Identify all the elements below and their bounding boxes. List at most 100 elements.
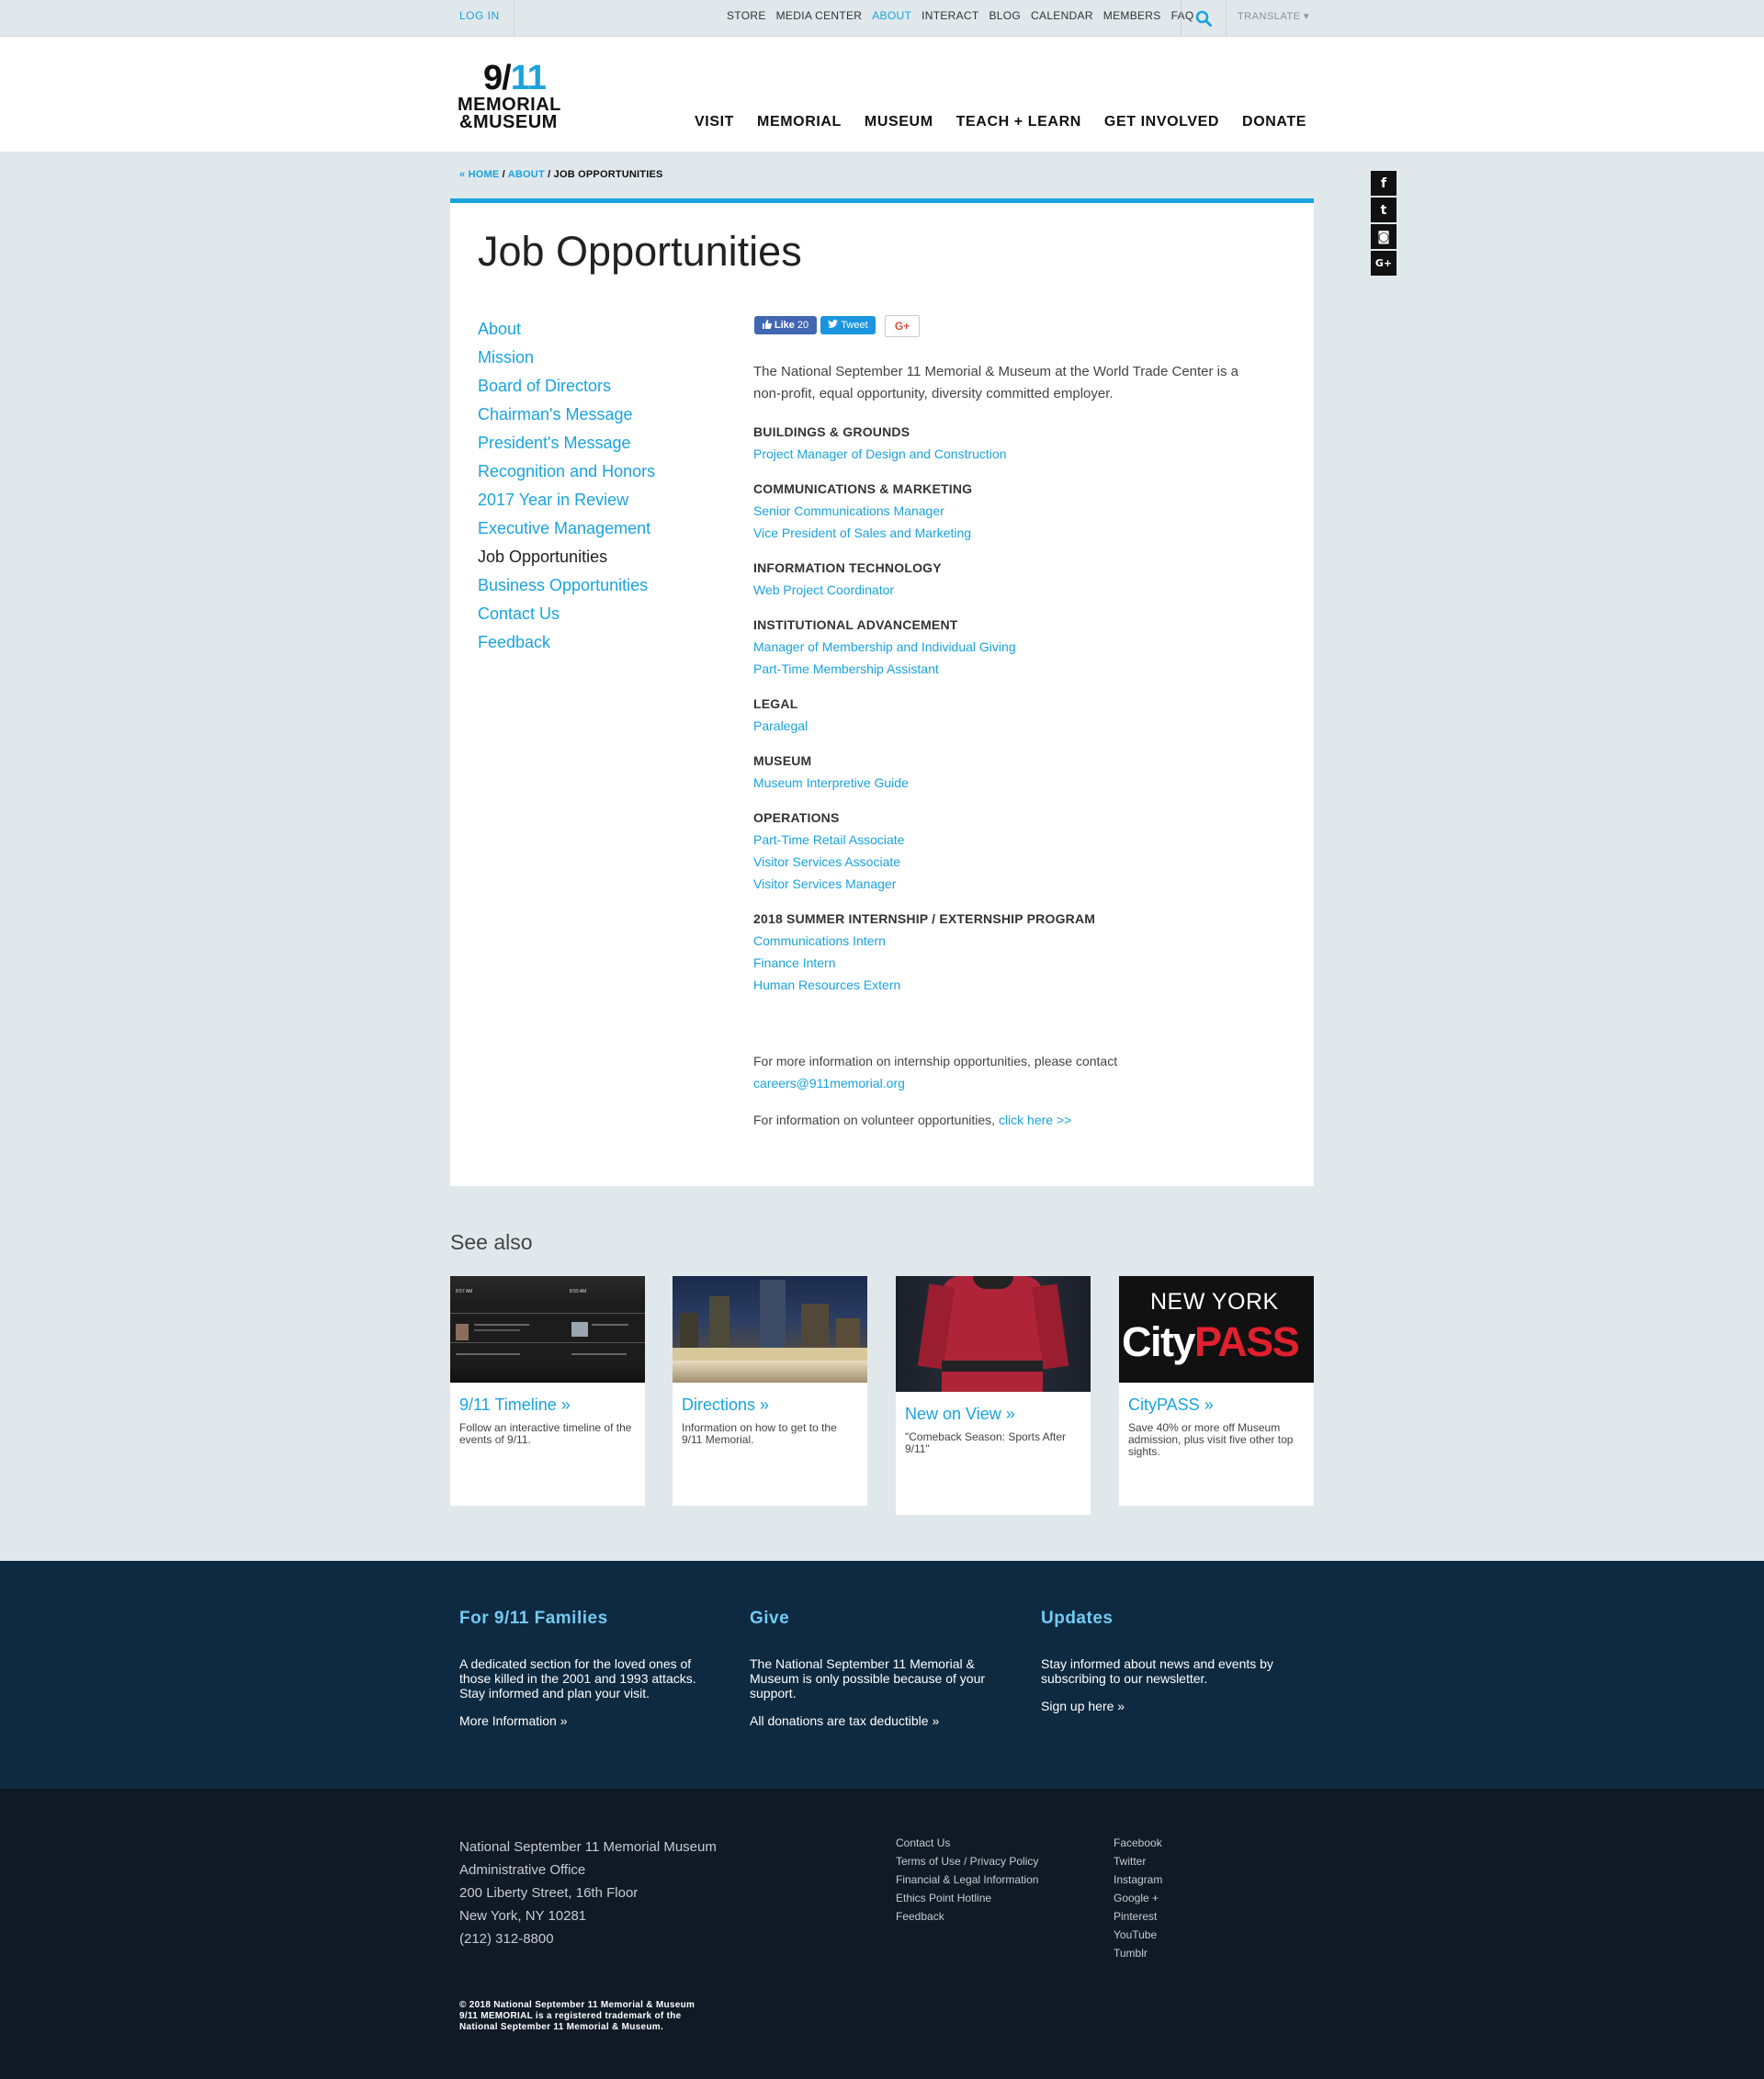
site-logo[interactable]: 9/11 MEMORIAL &MUSEUM: [458, 61, 568, 134]
job-link[interactable]: Vice President of Sales and Marketing: [753, 522, 1268, 544]
card-title[interactable]: CityPASS »: [1128, 1395, 1305, 1415]
main-nav-museum[interactable]: MUSEUM: [865, 114, 933, 130]
main-nav-memorial[interactable]: MEMORIAL: [757, 114, 842, 130]
donations-link[interactable]: All donations are tax deductible »: [750, 1713, 998, 1728]
utility-nav-members[interactable]: MEMBERS: [1103, 9, 1161, 22]
citypass-logo: NEW YORK CityPASS: [1119, 1276, 1314, 1383]
section-nav-item[interactable]: Feedback: [478, 628, 655, 657]
utility-nav-calendar[interactable]: CALENDAR: [1031, 9, 1093, 22]
social-link-google[interactable]: Google +: [1114, 1889, 1162, 1907]
footer-link[interactable]: Terms of Use / Privacy Policy: [896, 1852, 1038, 1870]
facebook-like-button[interactable]: Like 20: [754, 316, 817, 334]
section-nav-item[interactable]: Board of Directors: [478, 372, 655, 401]
social-link-youtube[interactable]: YouTube: [1114, 1926, 1162, 1944]
job-link[interactable]: Part-Time Membership Assistant: [753, 658, 1268, 680]
volunteer-link[interactable]: click here >>: [999, 1113, 1071, 1127]
section-nav-item[interactable]: President's Message: [478, 429, 655, 458]
main-nav-visit[interactable]: VISIT: [695, 114, 734, 130]
translate-dropdown[interactable]: TRANSLATE ▾: [1238, 10, 1309, 22]
job-link[interactable]: Project Manager of Design and Constructi…: [753, 443, 1268, 465]
footer-link[interactable]: Financial & Legal Information: [896, 1870, 1038, 1889]
google-plus-icon[interactable]: G+: [1371, 251, 1396, 276]
citypass-logo-new-york: NEW YORK: [1150, 1289, 1279, 1315]
job-link[interactable]: Part-Time Retail Associate: [753, 829, 1268, 851]
social-link-pinterest[interactable]: Pinterest: [1114, 1907, 1162, 1926]
section-nav-item[interactable]: About: [478, 315, 655, 344]
breadcrumb-about[interactable]: ABOUT: [508, 169, 545, 180]
citypass-logo-wordmark: CityPASS: [1122, 1318, 1300, 1365]
utility-nav-media-center[interactable]: MEDIA CENTER: [776, 9, 863, 22]
timeline-thumbnail: 8:57 AM 8:59 AM: [450, 1276, 645, 1383]
section-nav-item[interactable]: Recognition and Honors: [478, 458, 655, 486]
utility-nav-store[interactable]: STORE: [727, 9, 766, 22]
card-title[interactable]: New on View »: [905, 1405, 1081, 1424]
see-also-card-citypass[interactable]: NEW YORK CityPASS CityPASS » Save 40% or…: [1119, 1276, 1314, 1506]
job-link[interactable]: Visitor Services Associate: [753, 851, 1268, 873]
footer-link[interactable]: Ethics Point Hotline: [896, 1889, 1038, 1907]
utility-nav-interact[interactable]: INTERACT: [922, 9, 978, 22]
section-nav-item[interactable]: Job Opportunities: [478, 543, 655, 571]
see-also-card-timeline[interactable]: 8:57 AM 8:59 AM 9/11 Timeline » Follow a…: [450, 1276, 645, 1506]
main-nav-teach-learn[interactable]: TEACH + LEARN: [956, 114, 1081, 130]
google-plus-button[interactable]: G+: [885, 315, 920, 337]
department-group: BUILDINGS & GROUNDS Project Manager of De…: [753, 421, 1268, 465]
twitter-icon[interactable]: t: [1371, 198, 1396, 222]
share-buttons: Like 20 Tweet G+: [754, 315, 920, 337]
social-link-twitter[interactable]: Twitter: [1114, 1852, 1162, 1870]
careers-email-link[interactable]: careers@911memorial.org: [753, 1076, 905, 1090]
social-link-tumblr[interactable]: Tumblr: [1114, 1944, 1162, 1962]
social-link-instagram[interactable]: Instagram: [1114, 1870, 1162, 1889]
card-description: Follow an interactive timeline of the ev…: [459, 1421, 632, 1446]
job-link[interactable]: Museum Interpretive Guide: [753, 772, 1268, 794]
address-line: New York, NY 10281: [459, 1908, 587, 1924]
google-plus-icon: G+: [894, 320, 910, 333]
footer-link[interactable]: Feedback: [896, 1907, 1038, 1926]
card-title[interactable]: Directions »: [682, 1395, 858, 1415]
internship-info: For more information on internship oppor…: [753, 1050, 1139, 1094]
section-nav-item[interactable]: Mission: [478, 344, 655, 372]
job-link[interactable]: Manager of Membership and Individual Giv…: [753, 636, 1268, 658]
see-also-card-directions[interactable]: Directions » Information on how to get t…: [673, 1276, 867, 1506]
footer-link[interactable]: Contact Us: [896, 1834, 1038, 1852]
utility-nav-blog[interactable]: BLOG: [989, 9, 1022, 22]
utility-nav: STORE MEDIA CENTER ABOUT INTERACT BLOG CALEND…: [727, 9, 1193, 22]
footer-col-text: The National September 11 Memorial & Mus…: [750, 1656, 986, 1700]
internship-info-text: For more information on internship oppor…: [753, 1054, 1118, 1068]
copyright-line: National September 11 Memorial & Museum.: [459, 2022, 664, 2032]
volunteer-info: For information on volunteer opportuniti…: [753, 1109, 1071, 1131]
main-nav-donate[interactable]: DONATE: [1242, 114, 1306, 130]
footer-col-families: For 9/11 Families A dedicated section fo…: [459, 1609, 707, 1728]
section-nav-item[interactable]: 2017 Year in Review: [478, 486, 655, 514]
job-link[interactable]: Communications Intern: [753, 930, 1268, 952]
facebook-icon[interactable]: f: [1371, 171, 1396, 196]
section-nav-item[interactable]: Contact Us: [478, 600, 655, 628]
section-nav-item[interactable]: Chairman's Message: [478, 401, 655, 429]
job-link[interactable]: Finance Intern: [753, 952, 1268, 974]
job-link[interactable]: Human Resources Extern: [753, 974, 1268, 996]
logo-memorial: MEMORIAL: [458, 95, 561, 115]
footer-col-title: For 9/11 Families: [459, 1609, 608, 1628]
section-nav-item[interactable]: Executive Management: [478, 514, 655, 543]
utility-nav-about[interactable]: ABOUT: [872, 9, 911, 22]
logo-museum: &MUSEUM: [459, 112, 558, 132]
families-more-info-link[interactable]: More Information »: [459, 1713, 707, 1728]
breadcrumb-home[interactable]: « HOME: [459, 169, 499, 180]
social-link-facebook[interactable]: Facebook: [1114, 1834, 1162, 1852]
newsletter-signup-link[interactable]: Sign up here »: [1041, 1699, 1289, 1713]
tweet-button[interactable]: Tweet: [820, 316, 876, 334]
like-label: Like: [774, 320, 795, 331]
card-description: "Comeback Season: Sports After 9/11": [905, 1430, 1067, 1455]
job-link[interactable]: Visitor Services Manager: [753, 873, 1268, 895]
job-link[interactable]: Senior Communications Manager: [753, 500, 1268, 522]
new-on-view-thumbnail: [896, 1276, 1091, 1392]
card-title[interactable]: 9/11 Timeline »: [459, 1395, 636, 1415]
job-link[interactable]: Paralegal: [753, 715, 1268, 737]
job-link[interactable]: Web Project Coordinator: [753, 579, 1268, 601]
login-link[interactable]: LOG IN: [459, 9, 500, 22]
search-button[interactable]: [1181, 0, 1227, 37]
instagram-icon[interactable]: ◙: [1371, 224, 1396, 249]
department-group: COMMUNICATIONS & MARKETING Senior Communi…: [753, 478, 1268, 544]
main-nav-get-involved[interactable]: GET INVOLVED: [1104, 114, 1219, 130]
section-nav-item[interactable]: Business Opportunities: [478, 571, 655, 600]
see-also-card-new-on-view[interactable]: New on View » "Comeback Season: Sports A…: [896, 1276, 1091, 1515]
